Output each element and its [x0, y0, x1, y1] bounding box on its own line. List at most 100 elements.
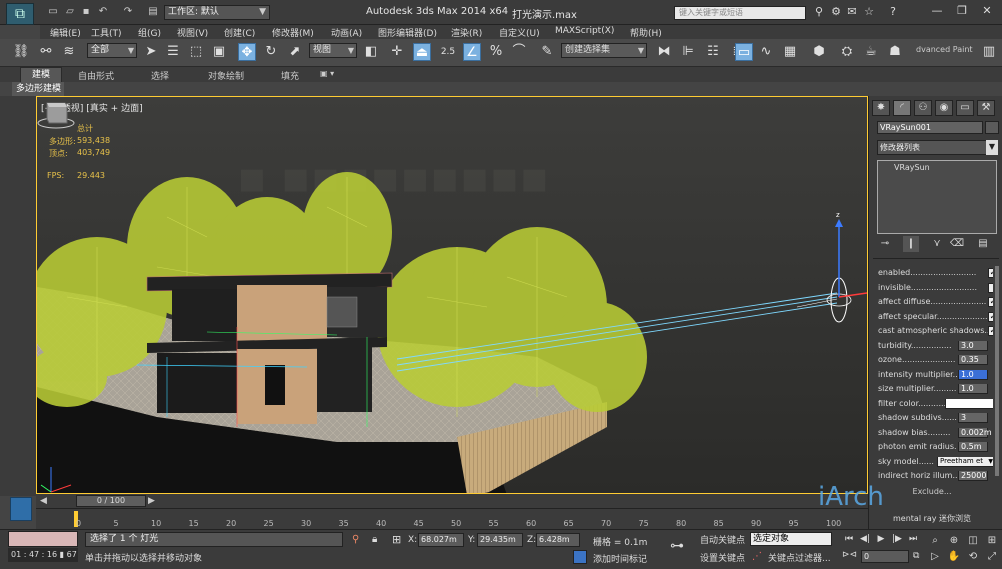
- toolbar-more-icon[interactable]: ▥: [980, 43, 998, 61]
- spinner-snap-icon[interactable]: ⌒: [510, 43, 528, 61]
- zoom-icon[interactable]: ⌕: [928, 534, 942, 548]
- menu-graph-editors[interactable]: 图形编辑器(D): [378, 26, 437, 39]
- menu-group[interactable]: 组(G): [138, 26, 161, 39]
- show-end-result-icon[interactable]: ❙: [903, 236, 919, 252]
- time-configuration-icon[interactable]: ⧉: [913, 551, 919, 561]
- advanced-paint-button[interactable]: dvanced Paint: [916, 45, 976, 59]
- toggle-ribbon-icon[interactable]: ▭: [735, 43, 753, 61]
- command-panel-scrollbar[interactable]: [995, 266, 999, 476]
- hierarchy-tab-icon[interactable]: ⚇: [914, 100, 932, 116]
- communication-icon[interactable]: ✉: [845, 6, 859, 18]
- new-file-icon[interactable]: ▭: [46, 6, 60, 18]
- bind-space-warp-icon[interactable]: ≋: [60, 43, 78, 61]
- menu-maxscript[interactable]: MAXScript(X): [555, 26, 614, 36]
- selection-filter-dropdown[interactable]: 全部 ▼: [87, 43, 137, 58]
- help-icon[interactable]: ?: [886, 6, 900, 18]
- close-button[interactable]: ✕: [975, 3, 999, 21]
- ribbon-tab-populate[interactable]: 填充: [281, 69, 299, 82]
- auto-key-button[interactable]: 自动关键点: [700, 533, 745, 546]
- edit-named-selection-icon[interactable]: ✎: [538, 43, 556, 61]
- save-icon[interactable]: ▪: [79, 6, 93, 18]
- zoom-extents-all-icon[interactable]: ⊞: [985, 534, 999, 548]
- menu-rendering[interactable]: 渲染(R): [451, 26, 482, 39]
- object-name-field[interactable]: VRaySun001: [877, 121, 983, 134]
- param-spinner[interactable]: 3: [958, 413, 988, 423]
- percent-snap-icon[interactable]: %: [487, 43, 505, 61]
- named-selection-dropdown[interactable]: 创建选择集 ▼: [561, 43, 647, 58]
- project-folder-icon[interactable]: ▤: [146, 6, 160, 18]
- menu-create[interactable]: 创建(C): [224, 26, 255, 39]
- sky-model-dropdown[interactable]: Preetham et ▼: [937, 456, 993, 467]
- display-tab-icon[interactable]: ▭: [956, 100, 974, 116]
- undo-icon[interactable]: ↶: [96, 6, 110, 18]
- favorites-icon[interactable]: ☆: [862, 6, 876, 18]
- snaps-toggle-icon[interactable]: 2.5: [439, 43, 457, 61]
- ribbon-tab-object-paint[interactable]: 对象绘制: [208, 69, 244, 82]
- select-and-scale-icon[interactable]: ⬈: [286, 43, 304, 61]
- reference-coordinate-dropdown[interactable]: 视图 ▼: [309, 43, 357, 58]
- rendered-frame-window-icon[interactable]: ☕: [862, 43, 880, 61]
- time-slider[interactable]: 0 / 100: [76, 495, 146, 507]
- zoom-extents-icon[interactable]: ◫: [966, 534, 980, 548]
- pin-stack-icon[interactable]: ⊸: [877, 236, 893, 252]
- chevron-down-icon[interactable]: ▼: [986, 140, 998, 155]
- param-spinner[interactable]: 0.5m: [958, 442, 988, 452]
- isolate-selection-icon[interactable]: ⚲: [352, 534, 359, 545]
- render-setup-icon[interactable]: ⛭: [838, 43, 856, 61]
- param-spinner[interactable]: 0.002m: [958, 427, 992, 438]
- search-input[interactable]: 键入关键字或短语: [674, 6, 806, 20]
- modify-tab-icon[interactable]: ◜: [893, 100, 911, 116]
- go-to-start-icon[interactable]: ⏮: [843, 533, 855, 545]
- param-checkbox[interactable]: [988, 282, 993, 293]
- schematic-view-icon[interactable]: ▦: [781, 43, 799, 61]
- param-spinner[interactable]: 25000: [958, 471, 988, 481]
- param-checkbox[interactable]: ✓: [988, 268, 993, 278]
- zoom-all-icon[interactable]: ⊕: [947, 534, 961, 548]
- material-editor-icon[interactable]: ⬢: [810, 43, 828, 61]
- select-and-rotate-icon[interactable]: ↻: [262, 43, 280, 61]
- ribbon-tab-modeling[interactable]: 建模: [20, 67, 62, 82]
- open-file-icon[interactable]: ▱: [63, 6, 77, 18]
- ribbon-options-icon[interactable]: ▣ ▾: [320, 69, 334, 78]
- perspective-viewport[interactable]: ▪ ▪▪▪▪▪▪▪▪▪ z [+] [透视] [真实 + 边面] 总计 多边形:…: [36, 96, 868, 494]
- modifier-list-dropdown[interactable]: 修改器列表: [877, 140, 987, 155]
- viewcube-icon[interactable]: [37, 97, 75, 129]
- param-spinner[interactable]: 1.0: [958, 384, 988, 394]
- angle-snap-icon[interactable]: ∠: [463, 43, 481, 61]
- restore-button[interactable]: ❐: [950, 3, 974, 21]
- absolute-mode-icon[interactable]: ⊞: [392, 533, 401, 546]
- x-coordinate-field[interactable]: 68.027m: [418, 533, 464, 547]
- param-checkbox[interactable]: ✓: [988, 297, 993, 307]
- modifier-stack-item[interactable]: VRaySun: [880, 163, 994, 174]
- subscription-icon[interactable]: ⚙: [829, 6, 843, 18]
- align-icon[interactable]: ⊫: [679, 43, 697, 61]
- param-spinner[interactable]: 0.35: [958, 355, 988, 365]
- set-key-button[interactable]: 设置关键点: [700, 551, 745, 564]
- play-icon[interactable]: ▶: [875, 533, 887, 545]
- menu-views[interactable]: 视图(V): [177, 26, 208, 39]
- curve-editor-icon[interactable]: ∿: [757, 43, 775, 61]
- pan-view-icon[interactable]: ✋: [947, 550, 961, 564]
- time-prev-icon[interactable]: ◀: [40, 496, 47, 506]
- configure-modifier-sets-icon[interactable]: ▤: [975, 236, 991, 252]
- link-icon[interactable]: ⛓: [12, 43, 30, 61]
- menu-help[interactable]: 帮助(H): [630, 26, 662, 39]
- unlink-icon[interactable]: ⚯: [37, 43, 55, 61]
- select-and-move-icon[interactable]: ✥: [238, 43, 256, 61]
- window-crossing-icon[interactable]: ▣: [210, 43, 228, 61]
- next-frame-icon[interactable]: |▶: [891, 533, 903, 545]
- orbit-icon[interactable]: ⟲: [966, 550, 980, 564]
- key-filters-button[interactable]: 关键点过滤器...: [768, 551, 831, 564]
- make-unique-icon[interactable]: ⋎: [929, 236, 945, 252]
- param-checkbox[interactable]: ✓: [988, 326, 993, 336]
- menu-modifiers[interactable]: 修改器(M): [272, 26, 314, 39]
- keyboard-shortcut-override-icon[interactable]: ⏏: [413, 43, 431, 61]
- menu-tools[interactable]: 工具(T): [91, 26, 122, 39]
- key-mode-toggle-icon[interactable]: ⊳⊲: [842, 550, 857, 560]
- ribbon-tab-selection[interactable]: 选择: [151, 69, 169, 82]
- app-logo-icon[interactable]: ⧉: [6, 3, 34, 25]
- field-of-view-icon[interactable]: ▷: [928, 550, 942, 564]
- filter-color-swatch[interactable]: [945, 398, 993, 409]
- pivot-center-icon[interactable]: ◧: [362, 43, 380, 61]
- maxscript-mini-listener[interactable]: [8, 531, 78, 547]
